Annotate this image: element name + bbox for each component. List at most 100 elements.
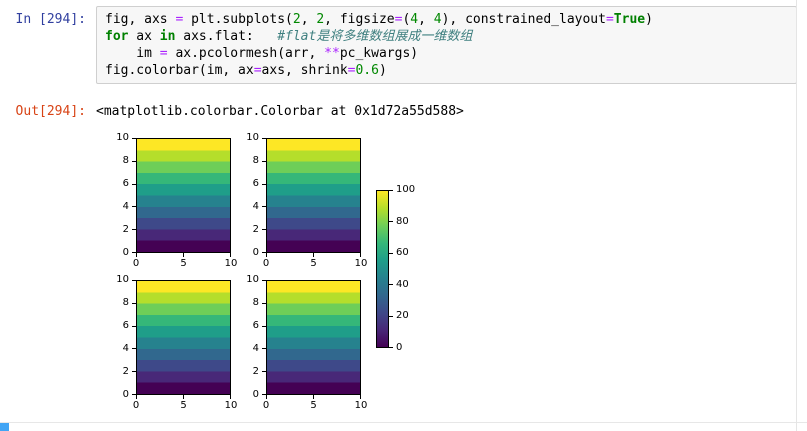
code-token-plain: axs, shrink	[261, 63, 348, 78]
x-axis-tickmarks	[266, 395, 361, 399]
pcolormesh-plot	[136, 138, 231, 253]
x-axis-tickmarks	[266, 253, 361, 257]
tick-label: 4	[252, 343, 259, 354]
code-line-2: for ax in axs.flat: #flat是将多维数组展成一维数组	[105, 28, 788, 45]
next-cell-selection-indicator[interactable]	[0, 423, 9, 431]
subplot-top-left: 10 8 6 4 2 0 0 5 10	[116, 133, 237, 269]
tick-label: 10	[246, 132, 259, 143]
code-token-op: =	[605, 12, 614, 27]
tick-label: 8	[122, 155, 129, 166]
tick-label: 10	[354, 258, 368, 269]
subplot-bottom-right: 10 8 6 4 2 0 0 5 10	[246, 275, 367, 411]
code-token-num: 2	[316, 12, 325, 27]
code-line-4: fig.colorbar(im, ax=axs, shrink=0.6)	[105, 62, 788, 79]
code-line-3: im = ax.pcolormesh(arr, **pc_kwargs)	[105, 45, 788, 62]
tick-label: 6	[252, 320, 259, 331]
code-token-num: 4	[410, 12, 419, 27]
code-token-plain: axs.flat:	[175, 29, 278, 44]
tick-label: 0	[252, 247, 259, 258]
code-token-num: 2	[292, 12, 301, 27]
tick-label: 2	[252, 224, 259, 235]
tick-label: 80	[396, 215, 409, 227]
code-token-kw: True	[613, 12, 646, 27]
tick-label: 0	[122, 247, 129, 258]
tick-label: 100	[396, 184, 416, 195]
x-axis-tickmarks	[136, 395, 231, 399]
tick-label: 2	[122, 224, 129, 235]
x-axis-tickmarks	[136, 253, 231, 257]
tick-label: 5	[310, 400, 317, 411]
pcolormesh-plot	[136, 280, 231, 395]
code-token-plain: ,	[300, 12, 317, 27]
code-token-plain: , figsize	[324, 12, 395, 27]
tick-label: 20	[396, 310, 409, 322]
tick-label: 6	[122, 320, 129, 331]
code-token-op: **	[324, 46, 340, 61]
input-cell: In [294]: fig, axs = plt.subplots(2, 2, …	[0, 0, 807, 84]
y-axis-tickmarks	[262, 138, 266, 253]
jupyter-notebook: In [294]: fig, axs = plt.subplots(2, 2, …	[0, 0, 807, 431]
code-token-plain: ), constrained_layout	[441, 12, 606, 27]
code-token-plain: )	[645, 12, 653, 27]
colorbar: 100 80 60 40 20 0	[376, 185, 415, 353]
y-axis-tickmarks	[132, 280, 136, 395]
tick-label: 40	[396, 278, 409, 290]
tick-label: 0	[262, 400, 270, 411]
code-token-plain: pc_kwargs)	[339, 46, 419, 61]
tick-label: 10	[354, 400, 368, 411]
input-prompt: In [294]:	[15, 12, 86, 27]
code-token-op: =	[159, 46, 168, 61]
code-token-kw: for	[105, 29, 129, 44]
tick-label: 5	[180, 400, 187, 411]
pcolormesh-plot	[266, 138, 361, 253]
colorbar-gradient	[376, 190, 389, 348]
code-token-plain: ,	[418, 12, 434, 27]
code-token-kw: in	[159, 29, 176, 44]
subplot-top-right: 10 8 6 4 2 0 0 5 10	[246, 133, 367, 269]
tick-label: 2	[252, 366, 259, 377]
tick-label: 4	[122, 201, 129, 212]
code-token-plain: ax.pcolormesh(arr,	[167, 46, 325, 61]
code-token-plain: )	[378, 63, 387, 78]
tick-label: 8	[252, 155, 259, 166]
code-editor[interactable]: fig, axs = plt.subplots(2, 2, figsize=(4…	[96, 6, 797, 84]
tick-label: 4	[252, 201, 259, 212]
code-token-op: =	[253, 63, 262, 78]
y-axis-tickmarks	[262, 280, 266, 395]
code-token-num: 0.6	[355, 63, 379, 78]
output-cell: Out[294]: <matplotlib.colorbar.Colorbar …	[0, 98, 807, 418]
tick-label: 10	[224, 400, 238, 411]
tick-label: 8	[122, 297, 129, 308]
tick-label: 60	[396, 247, 409, 259]
code-line-1: fig, axs = plt.subplots(2, 2, figsize=(4…	[105, 11, 788, 28]
code-token-plain: fig, axs	[105, 12, 176, 27]
tick-label: 10	[246, 274, 259, 285]
output-prompt: Out[294]:	[15, 104, 86, 119]
tick-label: 10	[116, 132, 129, 143]
tick-label: 10	[116, 274, 129, 285]
code-token-plain: im	[105, 46, 160, 61]
code-token-comment: #flat是将多维数组展成一维数组	[277, 29, 473, 44]
tick-label: 5	[180, 258, 187, 269]
output-repr-text: <matplotlib.colorbar.Colorbar at 0x1d72a…	[96, 104, 464, 119]
colorbar-tickmarks	[389, 190, 393, 348]
tick-label: 6	[122, 178, 129, 189]
code-token-plain: plt.subplots(	[183, 12, 293, 27]
tick-label: 10	[224, 258, 238, 269]
tick-label: 6	[252, 178, 259, 189]
tick-label: 0	[132, 400, 140, 411]
tick-label: 8	[252, 297, 259, 308]
tick-label: 0	[252, 389, 259, 400]
tick-label: 4	[122, 343, 129, 354]
tick-label: 0	[132, 258, 140, 269]
scrollbar-edge	[796, 0, 797, 431]
cell-divider	[0, 422, 807, 423]
pcolormesh-plot	[266, 280, 361, 395]
y-axis-tickmarks	[132, 138, 136, 253]
code-token-plain: ax	[128, 29, 160, 44]
tick-label: 0	[262, 258, 270, 269]
code-token-plain: fig.colorbar(im, ax	[105, 63, 254, 78]
matplotlib-figure: 10 8 6 4 2 0 0 5 10 10 8 6 4 2 0 0 5 10 10 8 6 4 2 0 0 5 10	[100, 130, 440, 418]
tick-label: 2	[122, 366, 129, 377]
code-token-num: 4	[433, 12, 442, 27]
